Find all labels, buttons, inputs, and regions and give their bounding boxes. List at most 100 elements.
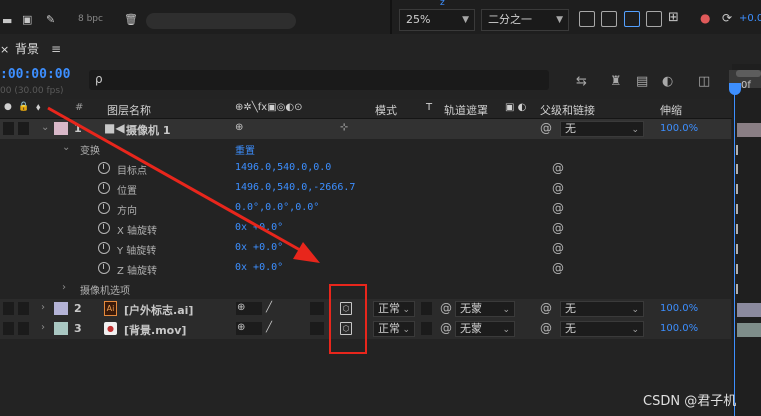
property-value[interactable]: 0x +0.0°: [235, 242, 283, 253]
pickwhip-icon[interactable]: @: [552, 241, 564, 255]
transparency-grid-icon[interactable]: [601, 11, 617, 27]
exposure-icon[interactable]: ⟳: [722, 11, 732, 25]
draft-3d-icon[interactable]: ♜: [610, 74, 622, 89]
brush-icon[interactable]: ✎: [46, 13, 55, 27]
layer-name[interactable]: [背景.mov]: [124, 322, 186, 338]
pickwhip-icon[interactable]: @: [552, 181, 564, 195]
shy-switch-icon[interactable]: ⊕: [235, 122, 243, 133]
label-color-swatch[interactable]: [54, 302, 68, 315]
chevron-right-icon[interactable]: ›: [62, 282, 66, 293]
lock-switch[interactable]: [18, 302, 29, 315]
blend-mode-dropdown[interactable]: 正常 ⌄: [373, 321, 415, 337]
video-switch[interactable]: [3, 322, 14, 335]
parent-dropdown[interactable]: 无 ⌄: [560, 121, 644, 137]
quality-slash-icon[interactable]: ╱: [266, 302, 272, 313]
reset-link[interactable]: 重置: [235, 142, 255, 157]
pickwhip-icon[interactable]: @: [552, 161, 564, 175]
layer-row-camera[interactable]: ⌄ 1 ■◀ 摄像机 1 ⊕ ⊹ @ 无 ⌄ 100.0%: [0, 119, 731, 139]
composition-tab-title[interactable]: 背景: [15, 42, 39, 56]
property-value[interactable]: 1496.0,540.0,-2666.7: [235, 182, 355, 193]
adjustment-switch[interactable]: [310, 322, 324, 335]
video-switch[interactable]: [3, 122, 14, 135]
layer-name[interactable]: [户外标志.ai]: [124, 302, 193, 318]
column-track-matte[interactable]: 轨道遮罩: [444, 102, 488, 118]
property-value[interactable]: 1496.0,540.0,0.0: [235, 162, 331, 173]
parent-dropdown[interactable]: 无 ⌄: [560, 321, 644, 337]
trash-icon[interactable]: 🗑: [124, 13, 138, 27]
parent-dropdown[interactable]: 无 ⌄: [560, 301, 644, 317]
composition-flowchart-icon[interactable]: ⇆: [576, 74, 587, 89]
exposure-value[interactable]: +0.0: [739, 12, 761, 26]
playhead-line[interactable]: [734, 86, 735, 416]
property-point-of-interest[interactable]: 目标点 1496.0,540.0,0.0 @: [0, 159, 731, 179]
chevron-right-icon[interactable]: ›: [41, 322, 45, 333]
pickwhip-icon[interactable]: @: [540, 121, 552, 135]
column-stretch[interactable]: 伸缩: [660, 102, 682, 118]
frame-blending-icon[interactable]: ▤: [636, 74, 648, 89]
stretch-value[interactable]: 100.0%: [660, 303, 698, 314]
keyframe-marker[interactable]: [736, 204, 738, 214]
transform-group[interactable]: ⌄ 变换 重置: [0, 139, 731, 159]
chevron-down-icon[interactable]: ⌄: [62, 142, 70, 153]
pickwhip-icon[interactable]: @: [552, 201, 564, 215]
composition-icon[interactable]: ▣: [22, 13, 32, 27]
pickwhip-icon[interactable]: @: [540, 321, 552, 335]
zoom-dropdown[interactable]: 25% ▼: [399, 9, 475, 31]
layer-search-input[interactable]: ρ: [89, 70, 549, 90]
stopwatch-icon[interactable]: [98, 182, 110, 194]
column-layer-name[interactable]: 图层名称: [107, 102, 151, 118]
bit-depth-label[interactable]: 8 bpc: [78, 14, 103, 24]
keyframe-marker[interactable]: [736, 184, 738, 194]
property-x-rotation[interactable]: X 轴旋转 0x +0.0° @: [0, 219, 731, 239]
pickwhip-icon[interactable]: @: [552, 261, 564, 275]
property-value[interactable]: 0x +0.0°: [235, 222, 283, 233]
pickwhip-icon[interactable]: @: [552, 221, 564, 235]
region-of-interest-icon[interactable]: [646, 11, 662, 27]
fast-preview-icon[interactable]: [579, 11, 595, 27]
adjustment-switch[interactable]: [310, 302, 324, 315]
preserve-transparency-switch[interactable]: [421, 302, 432, 315]
stretch-value[interactable]: 100.0%: [660, 123, 698, 134]
keyframe-marker[interactable]: [736, 264, 738, 274]
keyframe-marker[interactable]: [736, 244, 738, 254]
chevron-right-icon[interactable]: ›: [41, 302, 45, 313]
video-toggle-icon[interactable]: ●: [4, 102, 12, 112]
keyframe-marker[interactable]: [736, 164, 738, 174]
property-position[interactable]: 位置 1496.0,540.0,-2666.7 @: [0, 179, 731, 199]
channels-icon[interactable]: ●: [700, 11, 710, 25]
layer-3-duration-bar[interactable]: [737, 323, 761, 337]
keyframe-marker[interactable]: [736, 145, 738, 155]
label-color-swatch[interactable]: [54, 322, 68, 335]
stopwatch-icon[interactable]: [98, 262, 110, 274]
chevron-down-icon[interactable]: ⌄: [41, 122, 49, 133]
motion-blur-icon[interactable]: ◐: [662, 74, 673, 89]
shy-switch-icon[interactable]: ⊕: [237, 322, 245, 333]
matte-pickwhip-icon[interactable]: @: [440, 321, 452, 335]
lock-icon[interactable]: 🔒: [18, 102, 29, 112]
pickwhip-icon[interactable]: @: [540, 301, 552, 315]
stopwatch-icon[interactable]: [98, 242, 110, 254]
track-matte-dropdown[interactable]: 无蒙 ⌄: [455, 301, 515, 317]
label-color-swatch[interactable]: [54, 122, 68, 135]
time-navigator[interactable]: [736, 70, 761, 77]
stopwatch-icon[interactable]: [98, 202, 110, 214]
layer-name[interactable]: 摄像机 1: [126, 122, 170, 138]
stopwatch-icon[interactable]: [98, 222, 110, 234]
graph-editor-icon[interactable]: ◫: [698, 74, 710, 89]
stretch-value[interactable]: 100.0%: [660, 323, 698, 334]
track-matte-dropdown[interactable]: 无蒙 ⌄: [455, 321, 515, 337]
lock-switch[interactable]: [18, 122, 29, 135]
keyframe-marker[interactable]: [736, 224, 738, 234]
matte-pickwhip-icon[interactable]: @: [440, 301, 452, 315]
label-tag-icon[interactable]: ⬧: [36, 102, 41, 113]
column-mode[interactable]: 模式: [375, 102, 397, 118]
property-y-rotation[interactable]: Y 轴旋转 0x +0.0° @: [0, 239, 731, 259]
folder-icon[interactable]: ▬: [2, 14, 12, 28]
property-z-rotation[interactable]: Z 轴旋转 0x +0.0° @: [0, 259, 731, 279]
project-search-field[interactable]: [146, 13, 296, 29]
property-value[interactable]: 0.0°,0.0°,0.0°: [235, 202, 319, 213]
property-orientation[interactable]: 方向 0.0°,0.0°,0.0° @: [0, 199, 731, 219]
grid-guides-icon[interactable]: ⊞: [668, 11, 684, 27]
lock-switch[interactable]: [18, 322, 29, 335]
layer-1-duration-bar[interactable]: [737, 123, 761, 137]
